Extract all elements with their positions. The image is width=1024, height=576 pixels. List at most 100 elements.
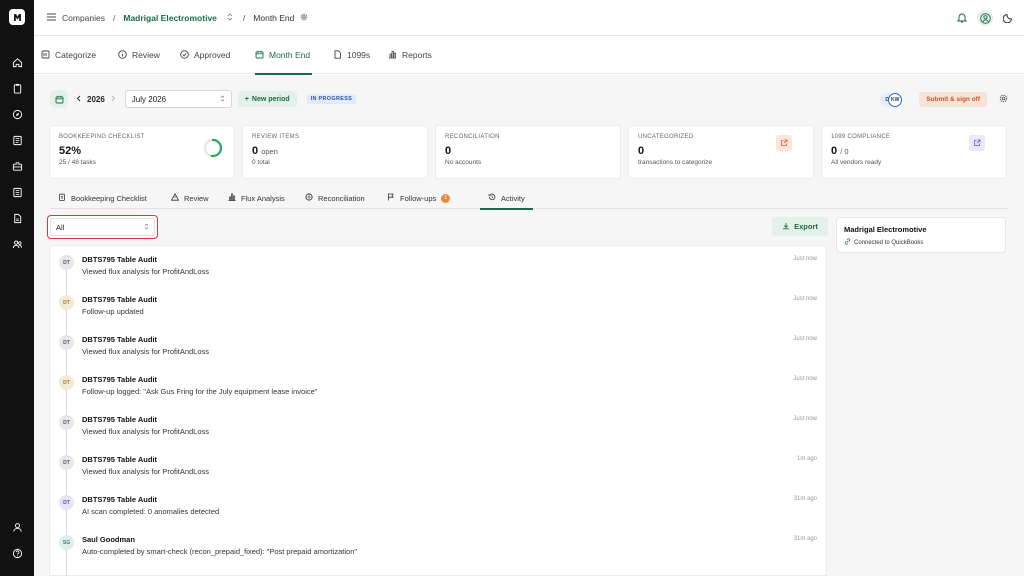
- activity-description: Follow-up updated: [82, 307, 144, 316]
- activity-item: DT DBTS795 Table Audit Follow-up logged: "…: [50, 366, 826, 406]
- tab-approved[interactable]: Approved: [180, 36, 230, 74]
- summary-card-bookkeeping[interactable]: BOOKKEEPING CHECKLIST 52% 25 / 48 tasks: [49, 125, 235, 179]
- activity-actor: DBTS795 Table Audit: [82, 415, 158, 424]
- tab-label: Categorize: [55, 50, 97, 60]
- activity-timestamp: 1m ago: [796, 456, 817, 462]
- breadcrumb: Companies / Madrigal Electromotive / Mon…: [47, 0, 308, 36]
- activity-description: AI scan completed: 0 anomalies detected: [82, 507, 220, 516]
- tab-label: Activity: [501, 193, 525, 203]
- avatar: DT: [59, 455, 74, 470]
- avatar: KW: [888, 92, 903, 107]
- bell-icon[interactable]: [956, 12, 968, 25]
- tab-label: Reports: [402, 50, 432, 60]
- breadcrumb-page: Month End: [253, 13, 295, 23]
- tab-label: Month End: [269, 50, 311, 60]
- account-icon[interactable]: [10, 520, 24, 534]
- warning-triangle-icon: [170, 192, 180, 203]
- export-button[interactable]: Export: [772, 217, 828, 236]
- card-sub: All vendors ready: [831, 159, 882, 166]
- activity-timestamp: 31m ago: [793, 536, 817, 542]
- app-logo[interactable]: [9, 9, 25, 25]
- clipboard-icon: [58, 193, 66, 203]
- activity-actor: DBTS795 Table Audit: [82, 295, 158, 304]
- tab-flux-analysis[interactable]: Flux Analysis: [228, 187, 285, 209]
- download-icon: [782, 222, 790, 232]
- compass-icon[interactable]: [10, 107, 24, 121]
- month-select-value: July 2026: [131, 94, 167, 104]
- card-value: 0: [445, 145, 452, 157]
- calendar-button[interactable]: [50, 90, 68, 108]
- tab-bookkeeping-checklist[interactable]: Bookkeeping Checklist: [58, 187, 147, 209]
- company-switcher-icon[interactable]: [227, 13, 233, 23]
- external-link-icon[interactable]: [969, 135, 985, 151]
- avatar: DT: [59, 375, 74, 390]
- activity-feed: DT DBTS795 Table Audit Viewed flux analysi…: [49, 245, 827, 576]
- users-icon[interactable]: [10, 237, 24, 251]
- tab-activity[interactable]: Activity: [480, 187, 533, 210]
- plus-icon: +: [244, 95, 249, 103]
- tab-reconciliation[interactable]: Reconciliation: [305, 187, 365, 209]
- follow-up-count-badge: 1: [441, 193, 451, 203]
- bar-chart-icon: [228, 193, 236, 203]
- year-label: 2026: [87, 94, 105, 104]
- document-icon[interactable]: [10, 211, 24, 225]
- tab-month-end[interactable]: Month End: [255, 36, 313, 75]
- new-period-label: New period: [251, 95, 290, 103]
- document-icon: [333, 49, 342, 61]
- card-value: 52%: [59, 145, 82, 157]
- clipboard-icon[interactable]: [10, 81, 24, 95]
- user-avatar-button[interactable]: [977, 10, 993, 26]
- settings-icon[interactable]: [300, 13, 308, 23]
- month-end-tabs: Bookkeeping Checklist Review Flux Analys…: [50, 187, 1008, 210]
- tab-label: Flux Analysis: [241, 193, 285, 203]
- breadcrumb-company[interactable]: Madrigal Electromotive: [123, 13, 217, 23]
- filter-value: All: [56, 222, 65, 232]
- new-period-button[interactable]: + New period: [237, 91, 297, 107]
- link-icon: [844, 238, 851, 247]
- breadcrumb-companies[interactable]: Companies: [62, 13, 105, 23]
- main-content: 2026 July 2026 + New period IN PROGRESS …: [34, 75, 1024, 576]
- activity-item: SG Saul Goodman Auto-completed by smart-ch…: [50, 526, 826, 566]
- calendar-icon: [255, 50, 264, 61]
- card-sub: 25 / 48 tasks: [59, 159, 96, 166]
- card-sub: No accounts: [445, 159, 482, 166]
- tab-1099s[interactable]: 1099s: [333, 36, 370, 74]
- tab-review[interactable]: Review: [170, 187, 209, 209]
- chevron-right-icon[interactable]: [111, 95, 116, 104]
- report-icon[interactable]: [10, 185, 24, 199]
- submit-sign-off-button[interactable]: Submit & sign off: [919, 92, 987, 107]
- external-link-icon[interactable]: [776, 135, 792, 151]
- tab-categorize[interactable]: Categorize: [41, 36, 96, 74]
- chevron-left-icon[interactable]: [76, 95, 81, 104]
- connection-status: Connected to QuickBooks: [844, 238, 998, 247]
- tab-follow-ups[interactable]: Follow-ups 1: [387, 187, 451, 209]
- chevron-updown-icon: [220, 95, 225, 104]
- home-icon[interactable]: [10, 55, 24, 69]
- ledger-icon[interactable]: [10, 133, 24, 147]
- tab-label: 1099s: [347, 50, 371, 60]
- activity-filter-select[interactable]: All: [47, 215, 158, 239]
- dark-mode-icon[interactable]: [1002, 12, 1014, 25]
- tab-review[interactable]: Review: [118, 36, 160, 74]
- summary-card-review[interactable]: REVIEW ITEMS 0 open 0 total: [242, 125, 428, 179]
- activity-timestamp: Just now: [793, 416, 817, 422]
- calendar-icon: [55, 95, 63, 103]
- summary-card-uncategorized[interactable]: UNCATEGORIZED 0 transactions to categori…: [628, 125, 814, 179]
- info-icon: [118, 49, 127, 61]
- activity-description: Viewed flux analysis for ProfitAndLoss: [82, 347, 210, 356]
- avatar: DT: [59, 335, 74, 350]
- help-icon[interactable]: [10, 546, 24, 560]
- summary-card-reconciliation[interactable]: RECONCILIATION 0 No accounts: [435, 125, 621, 179]
- tab-reports[interactable]: Reports: [388, 36, 432, 74]
- tab-label: Approved: [194, 50, 231, 60]
- gear-icon[interactable]: [999, 94, 1008, 105]
- activity-description: Viewed flux analysis for ProfitAndLoss: [82, 267, 210, 276]
- primary-nav: Categorize Review Approved Month End 109…: [34, 36, 1024, 75]
- menu-icon[interactable]: [47, 13, 56, 23]
- briefcase-icon[interactable]: [10, 159, 24, 173]
- month-select[interactable]: July 2026: [124, 90, 232, 108]
- activity-item: DT DBTS795 Table Audit Follow-up updated Ju…: [50, 286, 826, 326]
- period-actions: D KW Submit & sign off: [880, 91, 1008, 108]
- summary-card-1099[interactable]: 1099 COMPLIANCE 0 / 0 All vendors ready: [821, 125, 1007, 179]
- categorize-icon: [41, 50, 50, 61]
